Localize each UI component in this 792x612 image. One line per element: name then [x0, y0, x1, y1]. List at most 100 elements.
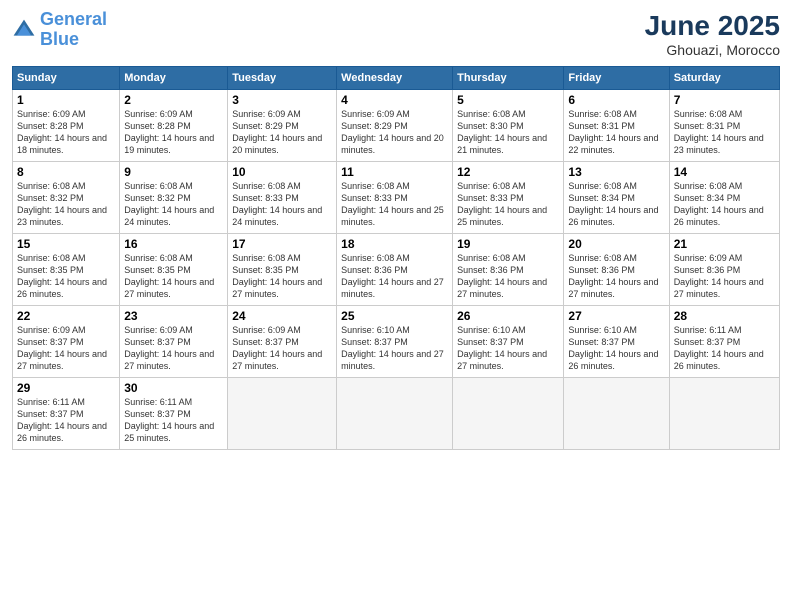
calendar-cell	[453, 378, 564, 450]
day-number: 5	[457, 93, 559, 107]
day-info: Sunrise: 6:08 AM Sunset: 8:36 PM Dayligh…	[568, 252, 664, 301]
day-info: Sunrise: 6:11 AM Sunset: 8:37 PM Dayligh…	[674, 324, 775, 373]
day-number: 12	[457, 165, 559, 179]
logo-icon	[12, 18, 36, 42]
day-info: Sunrise: 6:10 AM Sunset: 8:37 PM Dayligh…	[457, 324, 559, 373]
calendar-cell: 28 Sunrise: 6:11 AM Sunset: 8:37 PM Dayl…	[669, 306, 779, 378]
day-info: Sunrise: 6:09 AM Sunset: 8:28 PM Dayligh…	[17, 108, 115, 157]
day-info: Sunrise: 6:09 AM Sunset: 8:29 PM Dayligh…	[232, 108, 332, 157]
day-info: Sunrise: 6:08 AM Sunset: 8:36 PM Dayligh…	[457, 252, 559, 301]
day-number: 27	[568, 309, 664, 323]
calendar-cell: 22 Sunrise: 6:09 AM Sunset: 8:37 PM Dayl…	[13, 306, 120, 378]
calendar-cell: 29 Sunrise: 6:11 AM Sunset: 8:37 PM Dayl…	[13, 378, 120, 450]
day-info: Sunrise: 6:09 AM Sunset: 8:37 PM Dayligh…	[124, 324, 223, 373]
calendar-container: General Blue June 2025 Ghouazi, Morocco …	[0, 0, 792, 612]
day-info: Sunrise: 6:08 AM Sunset: 8:31 PM Dayligh…	[568, 108, 664, 157]
calendar-cell	[669, 378, 779, 450]
day-number: 20	[568, 237, 664, 251]
day-number: 6	[568, 93, 664, 107]
day-number: 30	[124, 381, 223, 395]
calendar-cell: 26 Sunrise: 6:10 AM Sunset: 8:37 PM Dayl…	[453, 306, 564, 378]
day-info: Sunrise: 6:08 AM Sunset: 8:35 PM Dayligh…	[124, 252, 223, 301]
day-info: Sunrise: 6:08 AM Sunset: 8:33 PM Dayligh…	[457, 180, 559, 229]
calendar-cell: 23 Sunrise: 6:09 AM Sunset: 8:37 PM Dayl…	[120, 306, 228, 378]
day-number: 25	[341, 309, 448, 323]
calendar-cell: 11 Sunrise: 6:08 AM Sunset: 8:33 PM Dayl…	[337, 162, 453, 234]
calendar-cell: 21 Sunrise: 6:09 AM Sunset: 8:36 PM Dayl…	[669, 234, 779, 306]
day-info: Sunrise: 6:10 AM Sunset: 8:37 PM Dayligh…	[341, 324, 448, 373]
day-number: 26	[457, 309, 559, 323]
calendar-cell	[337, 378, 453, 450]
day-info: Sunrise: 6:11 AM Sunset: 8:37 PM Dayligh…	[17, 396, 115, 445]
calendar-cell: 18 Sunrise: 6:08 AM Sunset: 8:36 PM Dayl…	[337, 234, 453, 306]
day-number: 8	[17, 165, 115, 179]
calendar-cell	[228, 378, 337, 450]
header-cell-saturday: Saturday	[669, 67, 779, 90]
day-number: 7	[674, 93, 775, 107]
day-info: Sunrise: 6:10 AM Sunset: 8:37 PM Dayligh…	[568, 324, 664, 373]
month-title: June 2025	[645, 10, 780, 42]
day-info: Sunrise: 6:11 AM Sunset: 8:37 PM Dayligh…	[124, 396, 223, 445]
calendar-cell: 2 Sunrise: 6:09 AM Sunset: 8:28 PM Dayli…	[120, 90, 228, 162]
calendar-cell: 27 Sunrise: 6:10 AM Sunset: 8:37 PM Dayl…	[564, 306, 669, 378]
day-number: 22	[17, 309, 115, 323]
header-cell-monday: Monday	[120, 67, 228, 90]
day-info: Sunrise: 6:08 AM Sunset: 8:33 PM Dayligh…	[341, 180, 448, 229]
day-number: 11	[341, 165, 448, 179]
day-info: Sunrise: 6:08 AM Sunset: 8:30 PM Dayligh…	[457, 108, 559, 157]
day-info: Sunrise: 6:09 AM Sunset: 8:36 PM Dayligh…	[674, 252, 775, 301]
calendar-cell: 4 Sunrise: 6:09 AM Sunset: 8:29 PM Dayli…	[337, 90, 453, 162]
logo-text: General Blue	[40, 10, 107, 50]
header-cell-wednesday: Wednesday	[337, 67, 453, 90]
day-info: Sunrise: 6:08 AM Sunset: 8:33 PM Dayligh…	[232, 180, 332, 229]
calendar-body: 1 Sunrise: 6:09 AM Sunset: 8:28 PM Dayli…	[13, 90, 780, 450]
calendar-week-4: 22 Sunrise: 6:09 AM Sunset: 8:37 PM Dayl…	[13, 306, 780, 378]
day-info: Sunrise: 6:08 AM Sunset: 8:35 PM Dayligh…	[17, 252, 115, 301]
day-number: 19	[457, 237, 559, 251]
day-info: Sunrise: 6:09 AM Sunset: 8:37 PM Dayligh…	[17, 324, 115, 373]
day-number: 10	[232, 165, 332, 179]
calendar-cell: 7 Sunrise: 6:08 AM Sunset: 8:31 PM Dayli…	[669, 90, 779, 162]
day-number: 15	[17, 237, 115, 251]
day-number: 28	[674, 309, 775, 323]
header-cell-sunday: Sunday	[13, 67, 120, 90]
day-number: 13	[568, 165, 664, 179]
header-cell-thursday: Thursday	[453, 67, 564, 90]
calendar-week-3: 15 Sunrise: 6:08 AM Sunset: 8:35 PM Dayl…	[13, 234, 780, 306]
calendar-cell: 12 Sunrise: 6:08 AM Sunset: 8:33 PM Dayl…	[453, 162, 564, 234]
day-info: Sunrise: 6:08 AM Sunset: 8:35 PM Dayligh…	[232, 252, 332, 301]
day-number: 4	[341, 93, 448, 107]
day-number: 16	[124, 237, 223, 251]
day-number: 17	[232, 237, 332, 251]
day-info: Sunrise: 6:08 AM Sunset: 8:36 PM Dayligh…	[341, 252, 448, 301]
location-subtitle: Ghouazi, Morocco	[645, 42, 780, 58]
calendar-cell: 1 Sunrise: 6:09 AM Sunset: 8:28 PM Dayli…	[13, 90, 120, 162]
day-number: 24	[232, 309, 332, 323]
day-info: Sunrise: 6:08 AM Sunset: 8:32 PM Dayligh…	[17, 180, 115, 229]
title-area: June 2025 Ghouazi, Morocco	[645, 10, 780, 58]
calendar-cell: 10 Sunrise: 6:08 AM Sunset: 8:33 PM Dayl…	[228, 162, 337, 234]
day-number: 18	[341, 237, 448, 251]
calendar-cell: 13 Sunrise: 6:08 AM Sunset: 8:34 PM Dayl…	[564, 162, 669, 234]
day-info: Sunrise: 6:08 AM Sunset: 8:32 PM Dayligh…	[124, 180, 223, 229]
day-number: 29	[17, 381, 115, 395]
calendar-cell: 17 Sunrise: 6:08 AM Sunset: 8:35 PM Dayl…	[228, 234, 337, 306]
header: General Blue June 2025 Ghouazi, Morocco	[12, 10, 780, 58]
day-number: 1	[17, 93, 115, 107]
calendar-table: SundayMondayTuesdayWednesdayThursdayFrid…	[12, 66, 780, 450]
calendar-week-2: 8 Sunrise: 6:08 AM Sunset: 8:32 PM Dayli…	[13, 162, 780, 234]
calendar-cell: 14 Sunrise: 6:08 AM Sunset: 8:34 PM Dayl…	[669, 162, 779, 234]
calendar-cell: 20 Sunrise: 6:08 AM Sunset: 8:36 PM Dayl…	[564, 234, 669, 306]
calendar-cell: 9 Sunrise: 6:08 AM Sunset: 8:32 PM Dayli…	[120, 162, 228, 234]
calendar-cell: 15 Sunrise: 6:08 AM Sunset: 8:35 PM Dayl…	[13, 234, 120, 306]
day-info: Sunrise: 6:09 AM Sunset: 8:37 PM Dayligh…	[232, 324, 332, 373]
day-number: 9	[124, 165, 223, 179]
calendar-cell: 25 Sunrise: 6:10 AM Sunset: 8:37 PM Dayl…	[337, 306, 453, 378]
header-cell-friday: Friday	[564, 67, 669, 90]
calendar-week-1: 1 Sunrise: 6:09 AM Sunset: 8:28 PM Dayli…	[13, 90, 780, 162]
calendar-cell: 30 Sunrise: 6:11 AM Sunset: 8:37 PM Dayl…	[120, 378, 228, 450]
day-number: 23	[124, 309, 223, 323]
day-number: 3	[232, 93, 332, 107]
calendar-cell	[564, 378, 669, 450]
calendar-cell: 5 Sunrise: 6:08 AM Sunset: 8:30 PM Dayli…	[453, 90, 564, 162]
